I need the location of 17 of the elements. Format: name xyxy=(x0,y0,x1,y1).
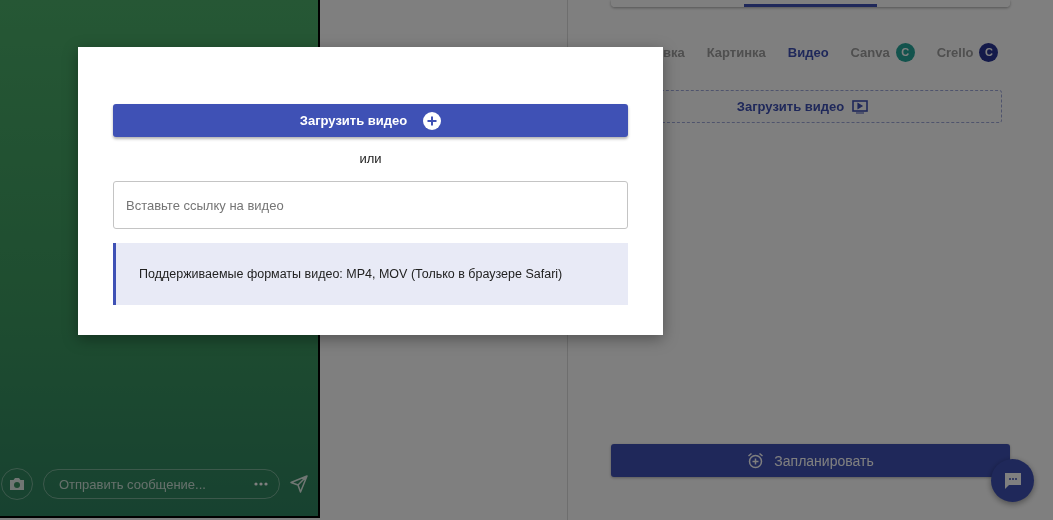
camera-icon xyxy=(9,477,25,491)
service-badge: C xyxy=(895,42,915,62)
upload-label: Загрузить видео xyxy=(736,99,845,114)
chat-button[interactable] xyxy=(991,459,1034,502)
link-field[interactable]: Вставьте ссылку на видео xyxy=(113,181,628,229)
upload-button[interactable]: Загрузить видео xyxy=(113,104,628,137)
service-badge: C xyxy=(979,42,999,62)
note-text: Поддерживаемые форматы видео: MP4, MOV (Только в браузере Safari) xyxy=(139,267,563,281)
chat-icon xyxy=(1003,471,1022,490)
send-icon[interactable] xyxy=(290,475,308,493)
alarm-add-icon xyxy=(747,452,765,469)
plus-circle-icon xyxy=(423,111,442,130)
separator-text: или xyxy=(359,151,382,166)
more-icon[interactable] xyxy=(254,482,268,486)
video-icon xyxy=(852,99,869,114)
schedule-button[interactable]: Запланировать xyxy=(611,444,1010,477)
media-tab[interactable]: Видео xyxy=(787,44,829,60)
